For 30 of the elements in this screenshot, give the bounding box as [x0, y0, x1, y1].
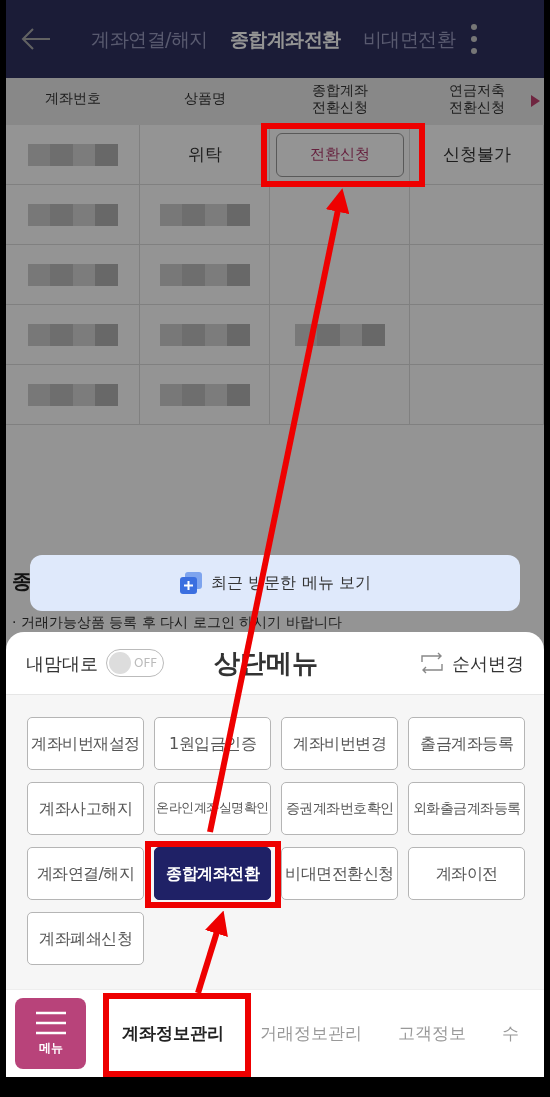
- menu-button[interactable]: 메뉴: [15, 998, 86, 1069]
- reorder-button[interactable]: 순서변경: [420, 649, 524, 677]
- more-icon[interactable]: [470, 23, 479, 55]
- menu-item[interactable]: 계좌이전: [408, 847, 525, 900]
- menu-item[interactable]: 계좌사고해지: [27, 782, 144, 835]
- column-header: 계좌번호: [45, 90, 101, 107]
- header-tab[interactable]: 종합계좌전환: [218, 24, 352, 54]
- swap-icon: [420, 652, 444, 674]
- convert-button[interactable]: 전환신청: [275, 132, 404, 177]
- menu-item[interactable]: 증권계좌번호확인: [281, 782, 398, 835]
- column-header: 상품명: [184, 90, 226, 107]
- menu-item[interactable]: 계좌비번재설정: [27, 717, 144, 770]
- menu-item[interactable]: 비대면전환신청: [281, 847, 398, 900]
- menu-item[interactable]: 계좌연결/해지: [27, 847, 144, 900]
- menu-item[interactable]: 종합계좌전환: [154, 847, 271, 900]
- menu-item[interactable]: 계좌비번변경: [281, 717, 398, 770]
- bottom-tab[interactable]: 계좌정보관리: [86, 1020, 242, 1047]
- menu-icon: [35, 1010, 66, 1035]
- menu-item[interactable]: 출금계좌등록: [408, 717, 525, 770]
- add-icon: [179, 571, 204, 595]
- menu-item[interactable]: 계좌폐쇄신청: [27, 912, 144, 965]
- menu-item[interactable]: 외화출금계좌등록: [408, 782, 525, 835]
- column-header: 연금저축 전환신청: [449, 82, 505, 115]
- column-header: 종합계좌 전환신청: [312, 82, 368, 115]
- table-cell-text: 위탁: [187, 142, 222, 166]
- back-icon[interactable]: [20, 27, 52, 51]
- scroll-right-icon[interactable]: [531, 95, 540, 107]
- section-heading: 종: [12, 568, 32, 595]
- toggle-label: 내맘대로: [26, 651, 98, 676]
- table-cell-text: 신청불가: [442, 142, 511, 166]
